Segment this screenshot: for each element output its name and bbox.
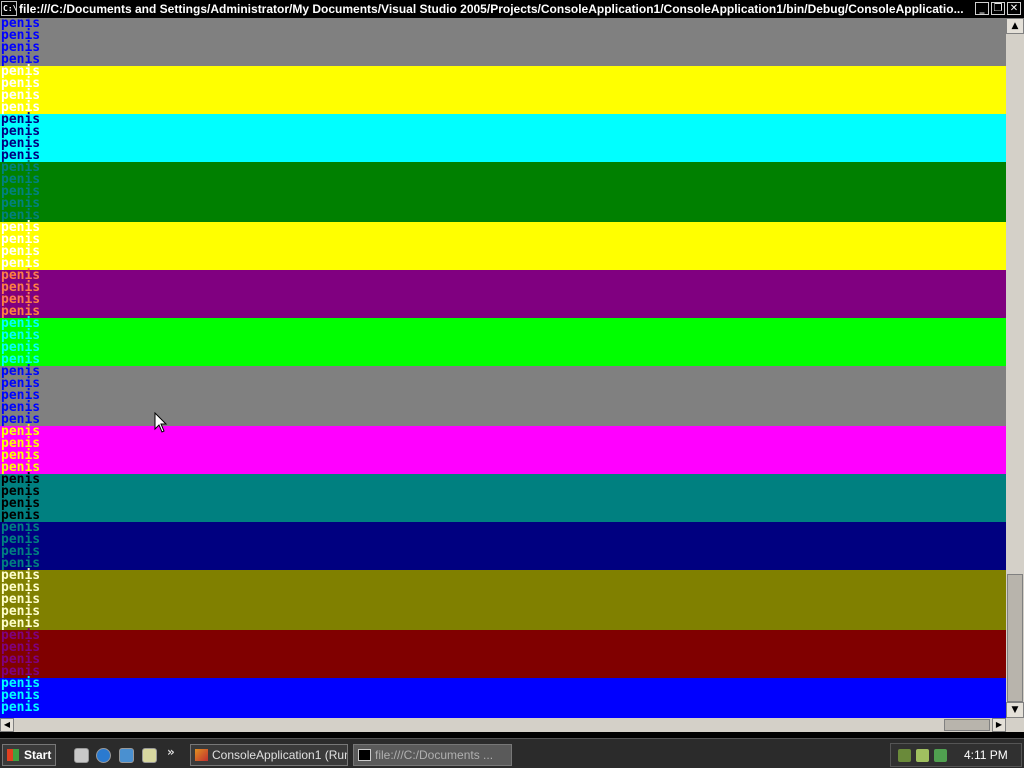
- taskbar-item-console[interactable]: file:///C:/Documents ...: [353, 744, 512, 766]
- scroll-left-button[interactable]: ◀: [0, 718, 14, 732]
- start-label: Start: [24, 748, 52, 762]
- console-color-band: [0, 318, 1006, 366]
- taskbar-item-label: ConsoleApplication1 (Run...: [212, 748, 348, 762]
- console-output[interactable]: penis penis penis penis penis penis penis penis…: [0, 18, 1006, 718]
- outlook-express-icon[interactable]: [119, 748, 134, 763]
- taskbar-item-visual-studio[interactable]: ConsoleApplication1 (Run...: [190, 744, 348, 766]
- security-icon[interactable]: [916, 749, 929, 762]
- vertical-scroll-thumb[interactable]: [1007, 574, 1023, 702]
- console-color-band: [0, 114, 1006, 162]
- quick-launch-chevron[interactable]: »: [167, 745, 175, 759]
- visual-studio-icon: [195, 749, 208, 761]
- network-icon[interactable]: [898, 749, 911, 762]
- scroll-right-button[interactable]: ▶: [992, 718, 1006, 732]
- search-icon[interactable]: [142, 748, 157, 763]
- scroll-up-button[interactable]: ▲: [1006, 18, 1024, 34]
- console-color-band: [0, 522, 1006, 570]
- window-title: file:///C:/Documents and Settings/Admini…: [19, 2, 964, 16]
- console-color-band: [0, 162, 1006, 222]
- console-color-band: [0, 426, 1006, 474]
- console-color-band: [0, 270, 1006, 318]
- console-line: penis: [1, 700, 41, 715]
- taskbar: Start » ConsoleApplication1 (Run... file…: [0, 738, 1024, 768]
- clock[interactable]: 4:11 PM: [964, 748, 1008, 762]
- title-bar[interactable]: C:\ file:///C:/Documents and Settings/Ad…: [0, 0, 1024, 18]
- scrollbar-corner: [1006, 718, 1024, 732]
- messenger-icon[interactable]: [934, 749, 947, 762]
- show-desktop-icon[interactable]: [74, 748, 89, 763]
- console-color-band: [0, 366, 1006, 426]
- minimize-button[interactable]: _: [975, 2, 989, 15]
- taskbar-item-label: file:///C:/Documents ...: [375, 748, 494, 762]
- horizontal-scrollbar[interactable]: ◀ ▶: [0, 718, 1006, 732]
- mouse-cursor-icon: [154, 412, 168, 433]
- console-color-band: [0, 474, 1006, 522]
- close-button[interactable]: ✕: [1007, 2, 1021, 15]
- console-window-icon[interactable]: C:\: [1, 1, 17, 16]
- console-window-icon: [358, 749, 371, 761]
- console-color-band: [0, 222, 1006, 270]
- console-color-band: [0, 678, 1006, 714]
- start-button[interactable]: Start: [2, 744, 56, 766]
- console-color-band: [0, 18, 1006, 66]
- console-color-band: [0, 570, 1006, 630]
- windows-logo-icon: [7, 749, 19, 761]
- vertical-scrollbar[interactable]: ▲ ▼: [1006, 18, 1024, 718]
- internet-explorer-icon[interactable]: [96, 748, 111, 763]
- scroll-down-button[interactable]: ▼: [1006, 702, 1024, 718]
- console-color-band: [0, 630, 1006, 678]
- console-color-band: [0, 66, 1006, 114]
- restore-button[interactable]: ❐: [991, 2, 1005, 15]
- horizontal-scroll-thumb[interactable]: [944, 719, 990, 731]
